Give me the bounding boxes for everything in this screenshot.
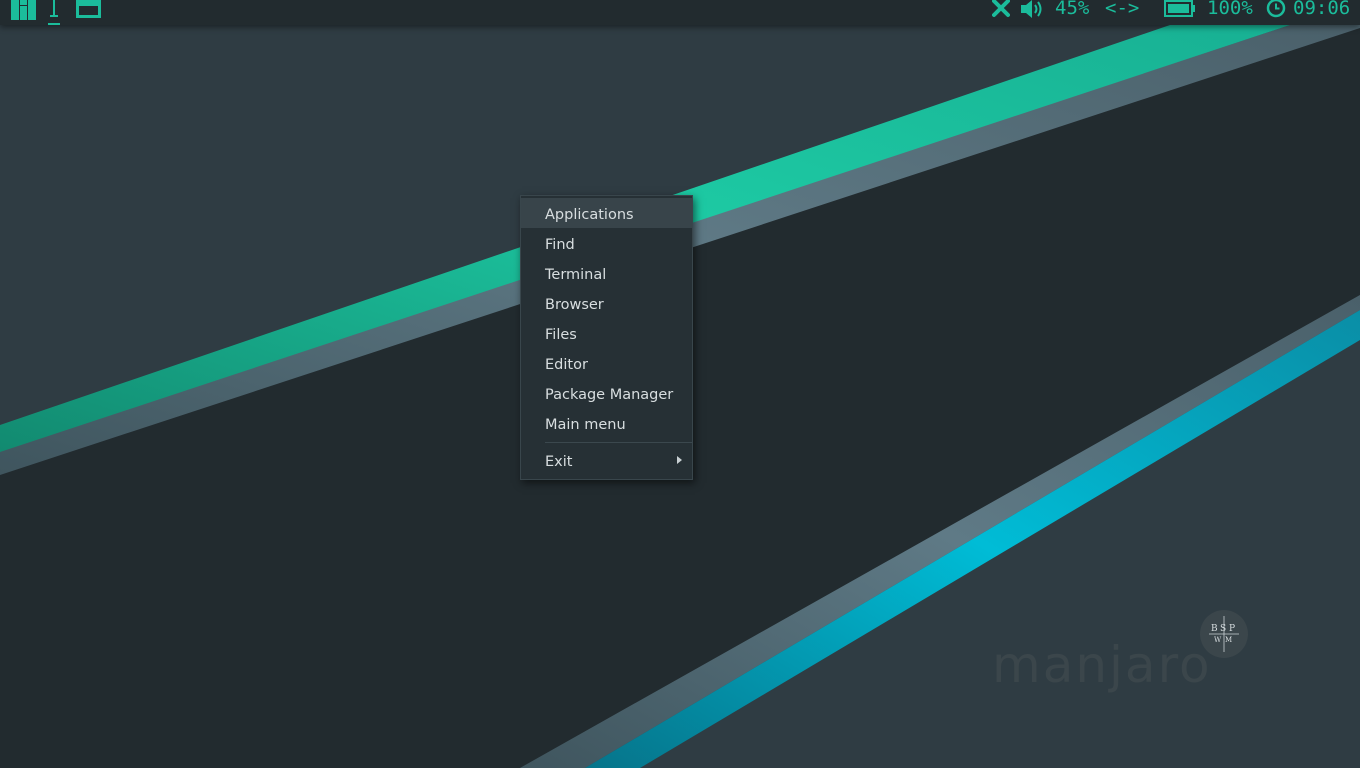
speaker-icon[interactable] — [1020, 0, 1046, 18]
top-panel: 45% <-> 100% 09:06 — [0, 0, 1360, 25]
volume-level: 45% — [1055, 0, 1090, 19]
menu-item-label: Files — [545, 327, 577, 343]
close-x-icon[interactable] — [992, 0, 1010, 18]
menu-separator — [545, 442, 692, 443]
window-icon[interactable] — [76, 0, 101, 18]
menu-item-main-menu[interactable]: Main menu — [521, 408, 692, 438]
menu-item-label: Applications — [545, 207, 634, 223]
badge-letter: M — [1225, 636, 1232, 644]
submenu-arrow-icon — [677, 456, 682, 464]
menu-item-applications[interactable]: Applications — [521, 198, 692, 228]
clock-time: 09:06 — [1293, 0, 1351, 19]
menu-item-label: Package Manager — [545, 387, 674, 403]
menu-item-label: Find — [545, 237, 575, 253]
menu-item-find[interactable]: Find — [521, 228, 692, 258]
menu-item-package-manager[interactable]: Package Manager — [521, 378, 692, 408]
battery-level: 100% — [1207, 0, 1253, 19]
manjaro-wordmark: manjaro — [992, 636, 1212, 694]
menu-item-editor[interactable]: Editor — [521, 348, 692, 378]
manjaro-icon[interactable] — [11, 0, 37, 20]
menu-item-browser[interactable]: Browser — [521, 288, 692, 318]
badge-letter: S — [1220, 624, 1226, 634]
badge-letter: W — [1214, 636, 1222, 644]
text-cursor-icon[interactable] — [48, 0, 60, 26]
bspwm-logo: B S P W M — [1200, 610, 1248, 658]
desktop-context-menu: Applications Find Terminal Browser Files… — [520, 195, 693, 480]
network-indicator[interactable]: <-> — [1105, 0, 1139, 21]
menu-item-exit[interactable]: Exit — [521, 445, 692, 475]
menu-item-label: Browser — [545, 297, 604, 313]
menu-item-label: Terminal — [545, 267, 607, 283]
menu-item-label: Exit — [545, 454, 573, 470]
menu-item-files[interactable]: Files — [521, 318, 692, 348]
menu-item-label: Editor — [545, 357, 588, 373]
menu-item-label: Main menu — [545, 417, 626, 433]
badge-letter: B — [1211, 624, 1218, 634]
menu-item-terminal[interactable]: Terminal — [521, 258, 692, 288]
clock-icon — [1266, 0, 1286, 18]
battery-icon — [1164, 0, 1195, 17]
badge-letter: P — [1229, 624, 1235, 634]
